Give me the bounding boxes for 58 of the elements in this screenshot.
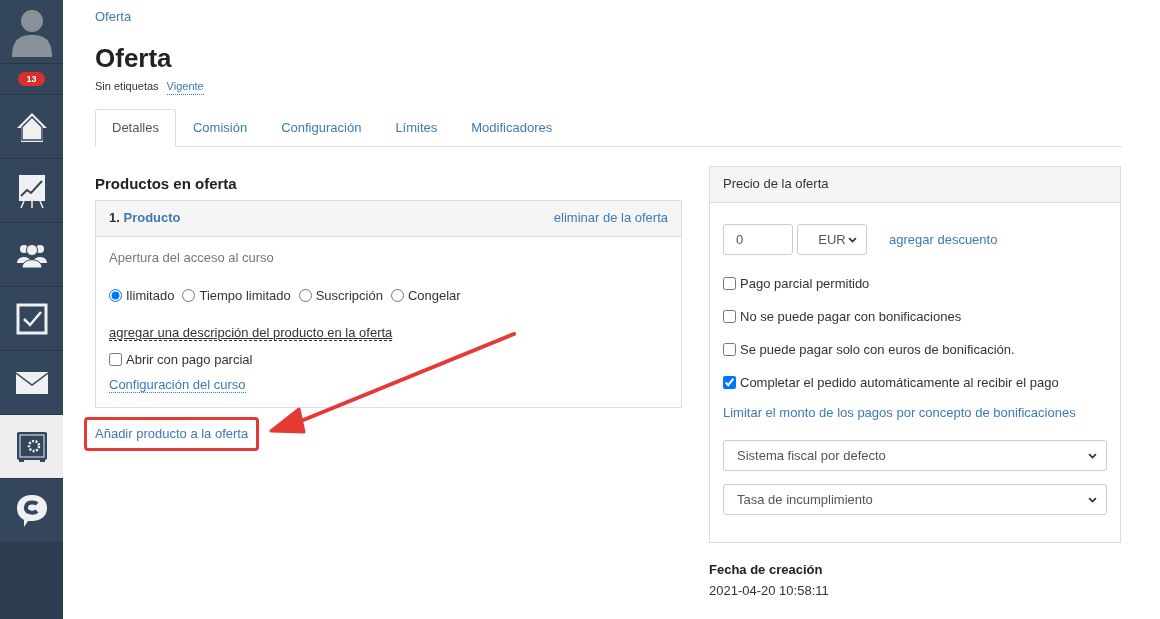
bonus-limit-link[interactable]: Limitar el monto de los pagos por concepto de bonificaciones: [723, 405, 1076, 420]
access-option[interactable]: Congelar: [390, 287, 461, 305]
safe-icon: [15, 430, 48, 463]
description-link[interactable]: agregar una descripción del producto en la oferta: [109, 325, 393, 341]
sidebar-item[interactable]: [0, 95, 63, 159]
radio-button[interactable]: [298, 289, 312, 302]
price-input[interactable]: 0: [723, 224, 793, 255]
checkbox-icon: [15, 302, 48, 335]
tab[interactable]: Límites: [378, 109, 455, 147]
access-option[interactable]: Tiempo limitado: [182, 287, 291, 305]
page-title: Oferta: [95, 43, 173, 74]
status-link[interactable]: Vigente: [166, 79, 204, 95]
payment-option[interactable]: Completar el pedido automáticamente al recibir el pago: [723, 374, 1059, 392]
tab[interactable]: Comisión: [175, 109, 265, 147]
radio-button[interactable]: [390, 289, 404, 302]
sidebar-item[interactable]: [0, 223, 63, 287]
remove-link[interactable]: eliminar de la oferta: [553, 209, 668, 227]
tab[interactable]: Modificadores: [454, 109, 570, 147]
payment-option[interactable]: Se puede pagar solo con euros de bonificación.: [723, 341, 1015, 359]
sidebar-item[interactable]: [0, 287, 63, 351]
partial-payment-option[interactable]: Abrir con pago parcial: [109, 351, 253, 369]
access-option[interactable]: Ilimitado: [109, 287, 175, 305]
product-link[interactable]: Producto: [123, 210, 181, 225]
sidebar-item[interactable]: [0, 351, 63, 415]
checkbox[interactable]: [723, 376, 736, 389]
currency-select[interactable]: EUR: [797, 224, 867, 255]
access-option[interactable]: Suscripción: [298, 287, 383, 305]
chat-logo-icon: [15, 493, 48, 528]
add-product-link[interactable]: Añadir producto a la oferta: [95, 426, 249, 441]
tags-label: Sin etiquetas: [95, 79, 159, 94]
creation-date-label: Fecha de creación: [709, 561, 824, 579]
radio-button[interactable]: [109, 289, 122, 302]
panel-header: Precio de la oferta: [710, 167, 1120, 203]
payment-option[interactable]: No se puede pagar con bonificaciones: [723, 308, 962, 326]
checkbox[interactable]: [723, 277, 736, 290]
home-icon: [15, 110, 48, 143]
checkbox[interactable]: [723, 343, 736, 356]
sidebar-item[interactable]: [0, 479, 63, 543]
course-settings-link[interactable]: Configuración del curso: [109, 377, 246, 393]
radio-button[interactable]: [182, 289, 196, 302]
discount-link[interactable]: agregar descuento: [889, 230, 998, 249]
tab[interactable]: Configuración: [264, 109, 379, 147]
notification-badge[interactable]: 13: [18, 72, 45, 86]
sidebar-item[interactable]: [0, 159, 63, 223]
breadcrumb-link[interactable]: Oferta: [95, 9, 132, 24]
checkbox[interactable]: [109, 353, 122, 366]
section-heading: Productos en oferta: [95, 174, 238, 194]
tax-system-select[interactable]: Sistema fiscal por defecto: [723, 440, 1107, 471]
checkbox[interactable]: [723, 310, 736, 323]
mail-icon: [15, 371, 48, 394]
rate-select[interactable]: Tasa de incumplimiento: [723, 484, 1107, 515]
creation-date: 2021-04-20 10:58:11: [709, 582, 830, 600]
sidebar-item[interactable]: [0, 415, 63, 479]
payment-option[interactable]: Pago parcial permitido: [723, 275, 870, 293]
access-label: Apertura del acceso al curso: [109, 249, 275, 267]
product-number: 1.: [109, 210, 121, 225]
chart-board-icon: [17, 173, 46, 208]
tab[interactable]: Detalles: [95, 109, 176, 147]
